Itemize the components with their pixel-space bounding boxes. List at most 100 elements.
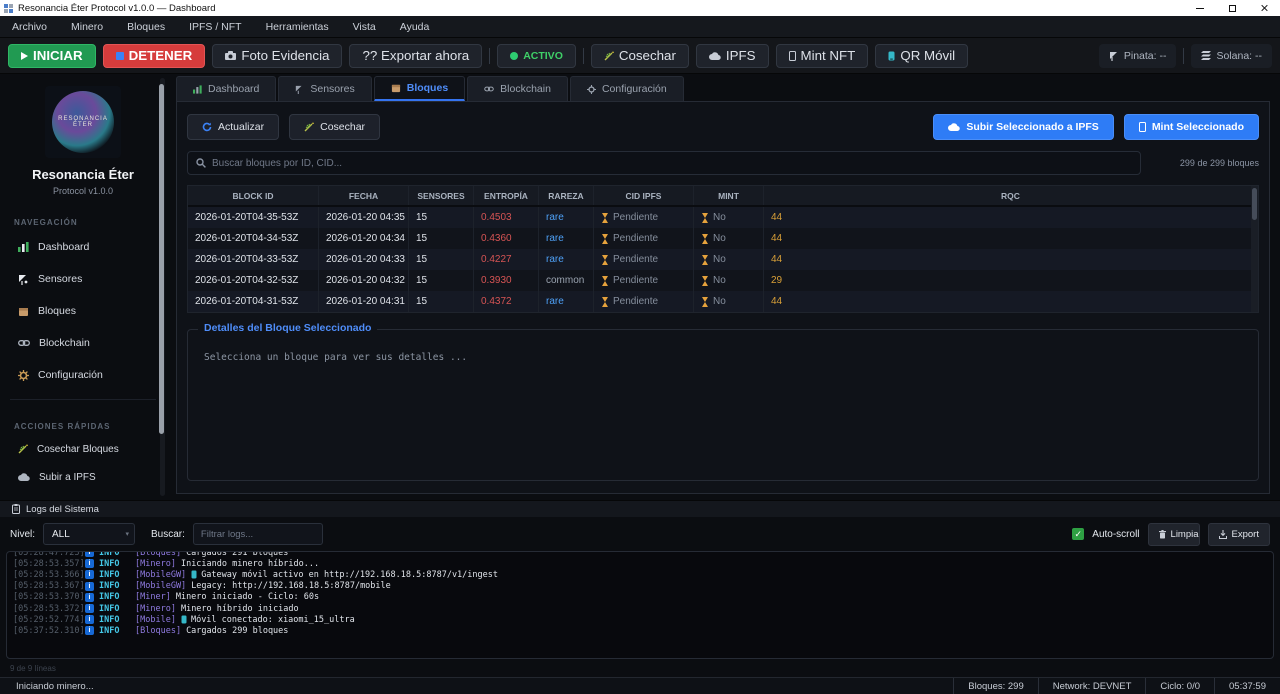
clear-logs-button[interactable]: Limpiar [1148,523,1200,546]
tab-blockchain[interactable]: Blockchain [467,76,568,101]
cell-fecha: 2026-01-20 04:31 [319,291,409,312]
package-icon [18,306,29,317]
status-dot-icon [510,52,518,60]
harvest-button[interactable]: Cosechar [591,44,689,68]
tab-dashboard[interactable]: Dashboard [176,76,276,101]
cell-block-id: 2026-01-20T04-31-53Z [188,291,319,312]
app-window-icon [4,4,13,13]
main-content: Dashboard Sensores Bloques [166,74,1280,500]
sidebar-scrollbar-thumb[interactable] [159,84,164,434]
tab-bloques[interactable]: Bloques [374,76,465,101]
sidebar-item-label: Configuración [38,369,103,381]
log-message: Móvil conectado: xiaomi_15_ultra [191,615,355,625]
cell-mint: No [713,233,726,244]
harvest-blocks-button[interactable]: Cosechar [289,114,380,140]
tab-label: Blockchain [500,83,551,95]
menu-herramientas[interactable]: Herramientas [254,16,341,37]
col-header-sensores[interactable]: SENSORES [409,186,474,205]
qr-movil-button[interactable]: QR Móvil [875,44,968,68]
sidebar-item-dashboard[interactable]: Dashboard [0,231,166,263]
mint-nft-button[interactable]: Mint NFT [776,44,869,68]
autoscroll-checkbox[interactable]: ✓ [1072,528,1084,540]
quick-action-cosechar-bloques[interactable]: Cosechar Bloques [0,435,166,463]
quick-action-subir-ipfs[interactable]: Subir a IPFS [0,463,166,491]
col-header-rareza[interactable]: RAREZA [539,186,594,205]
upload-selected-button[interactable]: Subir Seleccionado a IPFS [933,114,1113,140]
table-scrollbar[interactable] [1251,186,1258,312]
menu-ipfs-nft[interactable]: IPFS / NFT [177,16,254,37]
tab-configuracion[interactable]: Configuración [570,76,684,101]
cell-block-id: 2026-01-20T04-35-53Z [188,207,319,228]
menu-archivo[interactable]: Archivo [0,16,59,37]
app-window: Resonancia Éter Protocol v1.0.0 — Dashbo… [0,0,1280,694]
log-view[interactable]: [05:28:47.723] i INFO [Bloques] Cargados… [6,551,1274,659]
col-header-block-id[interactable]: BLOCK ID [188,186,319,205]
col-header-fecha[interactable]: FECHA [319,186,409,205]
logs-controls: Nivel: ALL ▾ Buscar: ✓ Auto-scroll Limpi… [0,517,1280,551]
menu-vista[interactable]: Vista [341,16,388,37]
log-timestamp: [05:28:53.357] [13,559,85,569]
log-timestamp: [05:37:52.310] [13,626,85,636]
refresh-icon [202,122,212,132]
cell-cid-ipfs: Pendiente [613,296,658,307]
sidebar-item-bloques[interactable]: Bloques [0,295,166,327]
table-scrollbar-thumb[interactable] [1252,188,1257,220]
cell-cid-ipfs: Pendiente [613,233,658,244]
dashboard-chart-icon [193,85,202,94]
log-entry: [05:28:53.370] i INFO [Miner] Minero ini… [13,592,1267,603]
start-button[interactable]: INICIAR [8,44,96,68]
export-logs-label: Export [1232,529,1259,540]
maximize-button[interactable] [1216,0,1248,16]
cell-fecha: 2026-01-20 04:32 [319,270,409,291]
col-header-entropia[interactable]: ENTROPÍA [474,186,539,205]
col-header-cid-ipfs[interactable]: CID IPFS [594,186,694,205]
photo-evidence-button[interactable]: Foto Evidencia [212,44,342,68]
chain-icon [18,338,30,348]
tab-sensores[interactable]: Sensores [278,76,371,101]
log-filter-input[interactable] [201,529,315,540]
minimize-button[interactable] [1184,0,1216,16]
miner-status-label: ACTIVO [523,50,563,62]
export-now-button[interactable]: ?? Exportar ahora [349,44,482,68]
sidebar-item-configuracion[interactable]: Configuración [0,359,166,391]
mint-selected-button[interactable]: Mint Seleccionado [1124,114,1259,140]
sidebar-item-blockchain[interactable]: Blockchain [0,327,166,359]
col-header-mint[interactable]: MINT [694,186,764,205]
ipfs-button[interactable]: IPFS [696,44,769,68]
close-button[interactable] [1248,0,1280,16]
menu-ayuda[interactable]: Ayuda [388,16,442,37]
app-name: Resonancia Éter [0,167,166,182]
table-row[interactable]: 2026-01-20T04-31-53Z 2026-01-20 04:31 15… [188,291,1258,312]
log-module: [Minero] [135,604,176,614]
table-row[interactable]: 2026-01-20T04-33-53Z 2026-01-20 04:33 15… [188,249,1258,270]
level-select[interactable]: ALL ▾ [43,523,135,545]
cell-entropia: 0.4503 [474,207,539,228]
col-header-rqc[interactable]: RQC [764,186,1258,205]
wheat-icon [604,51,614,61]
chevron-down-icon: ▾ [126,530,130,538]
cell-fecha: 2026-01-20 04:34 [319,228,409,249]
log-timestamp: [05:28:53.372] [13,604,85,614]
sidebar-scrollbar[interactable] [160,78,165,496]
table-row[interactable]: 2026-01-20T04-32-53Z 2026-01-20 04:32 15… [188,270,1258,291]
info-icon: i [85,570,94,579]
menu-minero[interactable]: Minero [59,16,115,37]
export-logs-button[interactable]: Export [1208,523,1270,546]
nav-section-header: NAVEGACIÓN [14,218,166,227]
cell-entropia: 0.4372 [474,291,539,312]
sidebar-item-sensores[interactable]: Sensores [0,263,166,295]
block-details-group: Detalles del Bloque Seleccionado Selecci… [187,329,1259,481]
refresh-button[interactable]: Actualizar [187,114,279,140]
stop-button[interactable]: DETENER [103,44,206,68]
log-message: Iniciando minero híbrido... [181,559,319,569]
menu-bloques[interactable]: Bloques [115,16,177,37]
log-entry: [05:28:47.723] i INFO [Bloques] Cargados… [13,551,1267,558]
harvest-label: Cosechar [619,48,676,63]
cell-block-id: 2026-01-20T04-33-53Z [188,249,319,270]
table-row[interactable]: 2026-01-20T04-34-53Z 2026-01-20 04:34 15… [188,228,1258,249]
cell-sensores: 15 [409,291,474,312]
block-search-input[interactable] [212,158,1132,169]
table-row[interactable]: 2026-01-20T04-35-53Z 2026-01-20 04:35 15… [188,207,1258,228]
hourglass-icon [701,276,709,286]
log-module: [Minero] [135,559,176,569]
